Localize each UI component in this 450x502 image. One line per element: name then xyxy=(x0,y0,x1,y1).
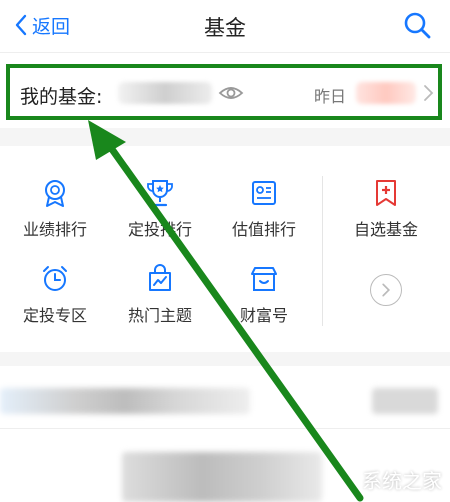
grid-item-valuation-rank[interactable]: 估值排行 xyxy=(209,178,319,240)
header-divider xyxy=(0,52,450,53)
chevron-right-icon xyxy=(382,283,391,297)
section-separator xyxy=(0,128,450,146)
grid-item-plan-zone[interactable]: 定投专区 xyxy=(0,264,110,326)
alarm-clock-icon xyxy=(43,266,67,291)
grid-vertical-divider xyxy=(322,176,323,326)
grid-item-wealth-account[interactable]: 财富号 xyxy=(209,264,319,326)
medal-icon xyxy=(45,180,65,207)
grid-item-favorite-funds[interactable]: 自选基金 xyxy=(331,178,441,240)
grid-label: 业绩排行 xyxy=(22,220,87,239)
list-item-obscured xyxy=(122,452,322,502)
grid-label: 自选基金 xyxy=(353,220,418,239)
certificate-icon xyxy=(252,181,276,205)
grid-item-plan-rank[interactable]: 定投排行 xyxy=(105,178,215,240)
list-item-obscured xyxy=(372,388,438,414)
bookmark-plus-icon xyxy=(376,180,396,206)
grid-label: 定投专区 xyxy=(22,306,87,325)
storefront-icon xyxy=(251,267,277,291)
chevron-right-icon xyxy=(424,85,434,101)
grid-label: 热门主题 xyxy=(127,306,192,325)
section-separator xyxy=(0,352,450,366)
list-divider xyxy=(0,428,450,429)
grid-label: 估值排行 xyxy=(231,220,296,239)
yesterday-label: 昨日 xyxy=(314,87,347,106)
search-icon[interactable] xyxy=(402,10,432,40)
page-title: 基金 xyxy=(204,16,246,40)
grid-label: 财富号 xyxy=(239,306,288,325)
my-fund-bar[interactable]: 我的基金: 昨日 xyxy=(6,64,442,120)
eye-icon[interactable] xyxy=(218,83,244,103)
grid-item-performance-rank[interactable]: 业绩排行 xyxy=(0,178,110,240)
trend-bag-icon xyxy=(149,264,171,291)
trophy-icon xyxy=(147,180,173,207)
grid-item-hot-themes[interactable]: 热门主题 xyxy=(105,264,215,326)
top-nav-bar: 返回 基金 xyxy=(0,0,450,52)
watermark: 系统之家 xyxy=(362,469,442,493)
my-fund-label: 我的基金: xyxy=(20,86,103,108)
fund-amount-obscured xyxy=(118,82,212,104)
more-button[interactable] xyxy=(370,274,402,306)
yesterday-value-obscured xyxy=(356,82,416,104)
grid-label: 定投排行 xyxy=(127,220,192,239)
list-item-obscured xyxy=(0,388,250,414)
